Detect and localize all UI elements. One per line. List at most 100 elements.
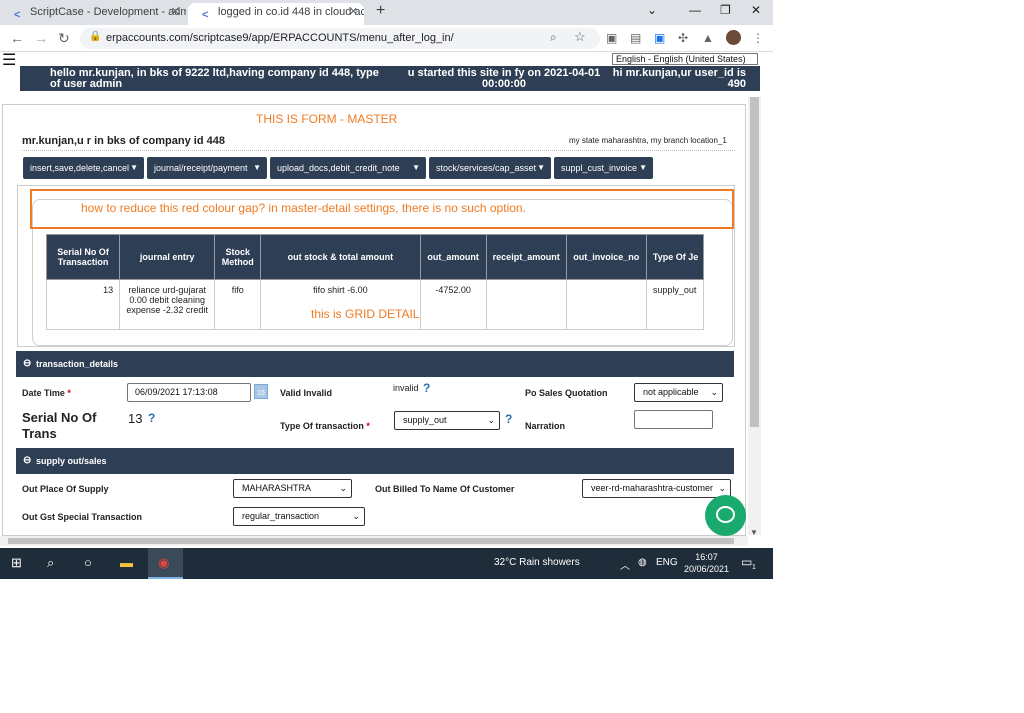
user-info-bar: hello mr.kunjan, in bks of 9222 ltd,havi… [20, 66, 760, 91]
close-window-icon[interactable]: ✕ [751, 3, 761, 17]
weather-widget[interactable]: 32°C Rain showers [494, 557, 580, 568]
scroll-thumb[interactable] [8, 538, 734, 544]
back-icon[interactable]: ← [10, 30, 24, 46]
chevron-down-icon: ⌄ [352, 511, 360, 521]
lock-icon[interactable]: 🔒 [89, 31, 101, 42]
col-stock-method[interactable]: Stock Method [214, 234, 262, 280]
extension-icon[interactable]: ▣ [654, 31, 665, 45]
table-row[interactable]: 13 reliance urd-gujarat 0.00 debit clean… [45, 279, 705, 330]
gst-special-select[interactable]: regular_transaction ⌄ [233, 507, 365, 526]
po-sales-quotation-select[interactable]: not applicable ⌄ [634, 383, 723, 402]
caret-down-icon: ▼ [130, 163, 138, 172]
reload-icon[interactable]: ↻ [58, 30, 70, 47]
tab-scriptcase[interactable]: < ScriptCase - Development - adm ✕ [0, 3, 186, 25]
extension-icon[interactable]: ▤ [630, 31, 641, 45]
date-time-label: Date Time * [22, 388, 71, 398]
close-tab-icon[interactable]: ✕ [171, 3, 180, 21]
valid-invalid-label: Valid Invalid [280, 388, 333, 398]
serial-no-value: 13 [128, 411, 143, 426]
section-title: supply out/sales [36, 456, 107, 466]
new-tab-icon[interactable]: + [376, 2, 385, 20]
calendar-icon[interactable]: 15 [254, 384, 268, 399]
windows-taskbar: ⊞ ⌕ ○ ▬ ◉ 32°C Rain showers ︿ ◍ ENG 16:0… [0, 548, 773, 579]
place-value: MAHARASHTRA [242, 483, 312, 493]
cell-type-je: supply_out [645, 279, 705, 330]
notifications-icon[interactable]: ▭ [741, 555, 752, 569]
chat-bubble-icon [716, 506, 735, 523]
vertical-scrollbar[interactable]: ▼ [748, 97, 761, 537]
scriptcase-favicon-icon: < [14, 9, 21, 21]
serial-no-label: Serial No Of Trans [22, 410, 97, 441]
help-icon[interactable]: ? [505, 412, 512, 426]
caret-down-icon: ▼ [537, 163, 545, 172]
close-tab-icon[interactable]: ✕ [349, 3, 358, 21]
puzzle-icon[interactable]: ✣ [678, 31, 688, 45]
clock[interactable]: 16:07 20/06/2021 [684, 551, 729, 575]
url-text[interactable]: erpaccounts.com/scriptcase9/app/ERPACCOU… [106, 32, 454, 44]
extension-icon[interactable]: ▣ [606, 31, 617, 45]
help-icon[interactable]: ? [148, 411, 155, 425]
tab-title: logged in co.id 448 in cloud acc [218, 6, 364, 18]
file-explorer-icon[interactable]: ▬ [120, 555, 133, 570]
col-out-invoice[interactable]: out_invoice_no [565, 234, 647, 280]
network-icon[interactable]: ◍ [638, 557, 647, 568]
minimize-icon[interactable]: — [689, 3, 701, 17]
language-select[interactable]: English - English (United States) [612, 53, 758, 65]
search-icon[interactable]: ⌕ [47, 555, 54, 571]
date-time-input[interactable]: 06/09/2021 17:13:08 [127, 383, 251, 402]
bookmark-star-icon[interactable]: ☆ [574, 29, 586, 45]
type-of-transaction-select[interactable]: supply_out ⌄ [394, 411, 500, 430]
tray-chevron-icon[interactable]: ︿ [620, 557, 630, 572]
narration-input[interactable] [634, 410, 713, 429]
cell-receipt-amount [485, 279, 567, 330]
col-out-amount[interactable]: out_amount [419, 234, 487, 280]
billed-to-label: Out Billed To Name Of Customer [375, 484, 515, 494]
col-out-stock[interactable]: out stock & total amount [260, 234, 421, 280]
caret-down-icon: ▼ [639, 163, 647, 172]
flask-icon[interactable]: ▲ [702, 31, 714, 45]
menu-upload-docs[interactable]: upload_docs,debit_credit_note ▼ [270, 157, 426, 179]
tab-active[interactable]: < logged in co.id 448 in cloud acc ✕ [188, 3, 364, 25]
menu-dots-icon[interactable]: ⋮ [752, 31, 764, 45]
menu-label: journal/receipt/payment [154, 163, 248, 173]
menu-stock[interactable]: stock/services/cap_asset ▼ [429, 157, 551, 179]
restore-icon[interactable]: ❐ [720, 3, 731, 17]
menu-insert-save[interactable]: insert,save,delete,cancel ▼ [23, 157, 144, 179]
cell-out-stock: fifo shirt -6.00 [260, 279, 421, 330]
po-value: not applicable [643, 387, 699, 397]
tab-search-icon[interactable]: ⌄ [647, 3, 657, 17]
clock-date: 20/06/2021 [684, 564, 730, 574]
col-type-je[interactable]: Type Of Je [645, 234, 705, 280]
section-transaction-details[interactable]: ⊖ transaction_details [16, 351, 734, 377]
company-heading: mr.kunjan,u r in bks of company id 448 [22, 135, 225, 147]
language-indicator[interactable]: ENG [656, 557, 678, 568]
scroll-thumb[interactable] [750, 97, 759, 427]
scroll-down-icon[interactable]: ▼ [750, 528, 758, 537]
windows-start-icon[interactable]: ⊞ [11, 555, 22, 571]
col-serial[interactable]: Serial No Of Transaction [45, 234, 121, 280]
place-of-supply-select[interactable]: MAHARASHTRA ⌄ [233, 479, 352, 498]
chevron-down-icon: ⌄ [339, 483, 347, 493]
chrome-taskbar-button[interactable]: ◉ [148, 548, 183, 579]
collapse-icon[interactable]: ⊖ [23, 351, 31, 377]
menu-invoice[interactable]: suppl_cust_invoice ▼ [554, 157, 653, 179]
menu-journal[interactable]: journal/receipt/payment ▼ [147, 157, 267, 179]
gap-question-annotation: how to reduce this red colour gap? in ma… [81, 201, 526, 215]
cortana-icon[interactable]: ○ [84, 555, 92, 570]
help-icon[interactable]: ? [423, 381, 430, 395]
screenshot: < ScriptCase - Development - adm ✕ < log… [0, 0, 773, 579]
forward-icon[interactable]: → [34, 30, 48, 46]
scriptcase-favicon-icon: < [202, 9, 209, 21]
address-bar[interactable]: 🔒 erpaccounts.com/scriptcase9/app/ERPACC… [80, 28, 600, 49]
billed-to-select[interactable]: veer-rd-maharashtra-customer ⌄ [582, 479, 731, 498]
section-supply-out[interactable]: ⊖ supply out/sales [16, 448, 734, 474]
section-title: transaction_details [36, 359, 119, 369]
search-icon[interactable]: ⌕ [550, 30, 557, 45]
col-receipt-amount[interactable]: receipt_amount [485, 234, 567, 280]
hamburger-menu-icon[interactable]: ☰ [2, 53, 16, 69]
horizontal-scrollbar[interactable] [0, 536, 748, 546]
col-journal-entry[interactable]: journal entry [119, 234, 216, 280]
chat-widget-button[interactable] [705, 495, 746, 536]
collapse-icon[interactable]: ⊖ [23, 448, 31, 474]
profile-avatar[interactable] [726, 30, 741, 45]
